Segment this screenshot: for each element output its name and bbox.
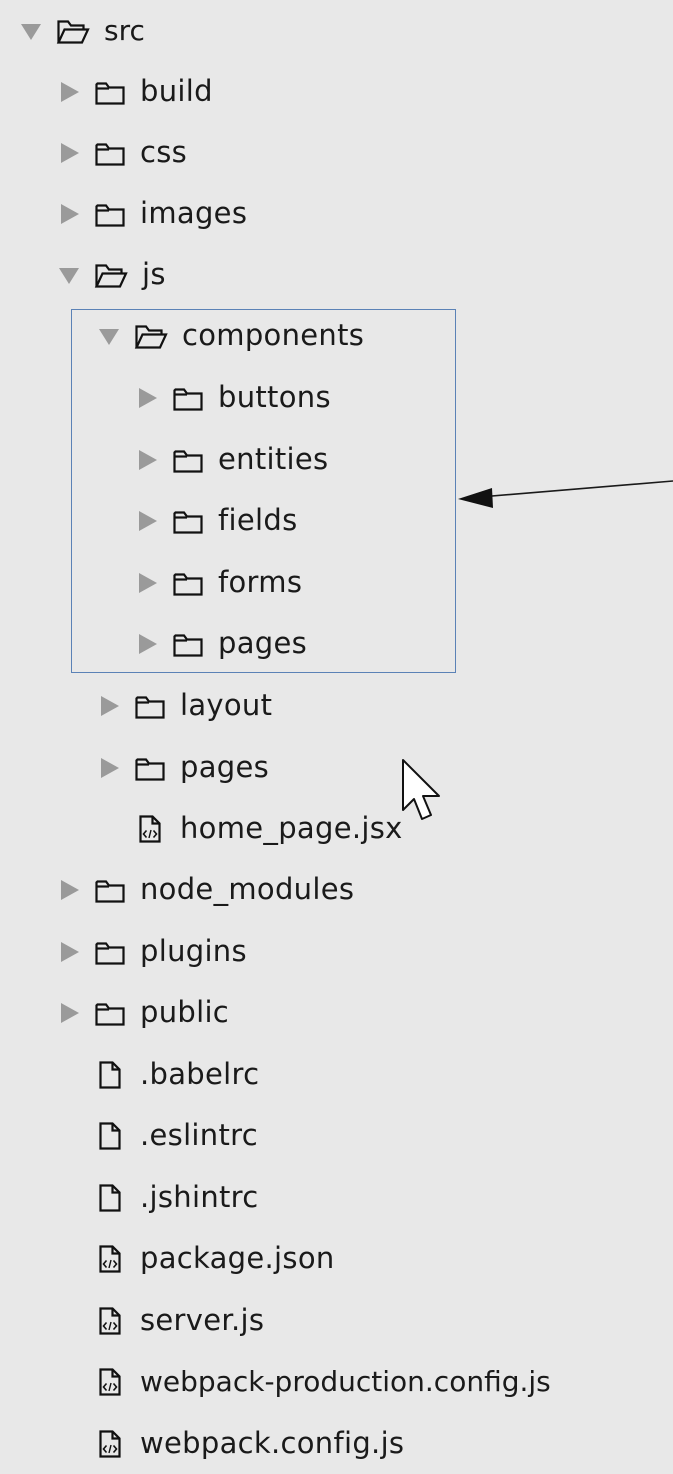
chevron-right-icon[interactable] xyxy=(134,385,160,411)
tree-item-label: webpack.config.js xyxy=(140,1426,405,1460)
chevron-right-icon[interactable] xyxy=(56,79,82,105)
tree-item-babelrc[interactable]: .babelrc xyxy=(56,1044,259,1105)
tree-item-home-page-jsx[interactable]: home_page.jsx xyxy=(96,798,403,859)
tree-item-label: forms xyxy=(218,565,303,599)
chevron-right-icon[interactable] xyxy=(56,939,82,965)
file-icon xyxy=(94,1120,126,1152)
tree-item-eslintrc[interactable]: .eslintrc xyxy=(56,1105,258,1166)
folder-icon xyxy=(94,936,126,968)
chevron-right-icon[interactable] xyxy=(134,570,160,596)
code-file-icon xyxy=(94,1366,126,1398)
folder-icon xyxy=(172,382,204,414)
chevron-right-icon[interactable] xyxy=(56,877,82,903)
code-file-icon xyxy=(94,1305,126,1337)
tree-item-label: css xyxy=(140,135,188,169)
tree-item-node-modules[interactable]: node_modules xyxy=(56,859,354,920)
folder-icon xyxy=(134,752,166,784)
chevron-right-icon[interactable] xyxy=(134,447,160,473)
folder-icon xyxy=(172,444,204,476)
folder-open-icon xyxy=(94,259,128,291)
tree-item-server-js[interactable]: server.js xyxy=(56,1290,264,1351)
tree-item-label: js xyxy=(142,257,166,291)
folder-icon xyxy=(172,505,204,537)
tree-item-webpack-config-js[interactable]: webpack.config.js xyxy=(56,1413,404,1474)
tree-item-label: webpack-production.config.js xyxy=(140,1364,551,1398)
chevron-down-icon[interactable] xyxy=(56,262,82,288)
tree-item-webpack-production-config-js[interactable]: webpack-production.config.js xyxy=(56,1351,551,1412)
folder-open-icon xyxy=(56,15,90,47)
folder-icon xyxy=(172,567,204,599)
chevron-right-icon[interactable] xyxy=(96,693,122,719)
tree-item-label: src xyxy=(104,13,145,47)
tree-item-src[interactable]: src xyxy=(18,0,145,61)
tree-item-fields[interactable]: fields xyxy=(134,490,297,551)
tree-item-label: pages xyxy=(180,750,270,784)
chevron-right-icon[interactable] xyxy=(96,755,122,781)
tree-item-label: build xyxy=(140,74,213,108)
tree-item-build[interactable]: build xyxy=(56,61,213,122)
tree-item-label: .eslintrc xyxy=(140,1118,258,1152)
folder-icon xyxy=(94,874,126,906)
folder-icon xyxy=(94,997,126,1029)
code-file-icon xyxy=(94,1428,126,1460)
tree-item-layout[interactable]: layout xyxy=(96,675,272,736)
folder-icon xyxy=(172,628,204,660)
tree-item-label: fields xyxy=(218,503,298,537)
tree-item-label: plugins xyxy=(140,934,247,968)
tree-item-images[interactable]: images xyxy=(56,183,247,244)
tree-item-forms[interactable]: forms xyxy=(134,552,302,613)
tree-item-label: public xyxy=(140,995,230,1029)
file-icon xyxy=(94,1182,126,1214)
tree-item-components[interactable]: components xyxy=(96,305,364,366)
tree-item-label: buttons xyxy=(218,380,331,414)
tree-item-pages[interactable]: pages xyxy=(134,613,307,674)
folder-icon xyxy=(94,137,126,169)
tree-item-css[interactable]: css xyxy=(56,122,187,183)
chevron-right-icon[interactable] xyxy=(56,140,82,166)
tree-item-label: .jshintrc xyxy=(140,1180,259,1214)
chevron-down-icon[interactable] xyxy=(96,323,122,349)
folder-icon xyxy=(94,198,126,230)
tree-item-package-json[interactable]: package.json xyxy=(56,1228,335,1289)
folder-icon xyxy=(134,690,166,722)
chevron-right-icon[interactable] xyxy=(134,631,160,657)
tree-item-plugins[interactable]: plugins xyxy=(56,921,247,982)
chevron-down-icon[interactable] xyxy=(18,18,44,44)
tree-item-label: components xyxy=(182,318,365,352)
tree-item-label: images xyxy=(140,196,248,230)
code-file-icon xyxy=(94,1243,126,1275)
tree-item-label: .babelrc xyxy=(140,1057,260,1091)
tree-item-entities[interactable]: entities xyxy=(134,429,328,490)
tree-item-label: home_page.jsx xyxy=(180,811,403,845)
code-file-icon xyxy=(134,813,166,845)
tree-item-label: entities xyxy=(218,442,329,476)
tree-item-label: node_modules xyxy=(140,872,355,906)
tree-item-label: pages xyxy=(218,626,308,660)
tree-item-label: layout xyxy=(180,688,273,722)
tree-item-label: server.js xyxy=(140,1303,265,1337)
tree-item-pages[interactable]: pages xyxy=(96,737,269,798)
file-tree: src build css images js components butto… xyxy=(0,0,673,1461)
chevron-right-icon[interactable] xyxy=(134,508,160,534)
folder-icon xyxy=(94,76,126,108)
folder-open-icon xyxy=(134,320,168,352)
file-icon xyxy=(94,1059,126,1091)
tree-item-public[interactable]: public xyxy=(56,982,229,1043)
tree-item-js[interactable]: js xyxy=(56,244,166,305)
tree-item-label: package.json xyxy=(140,1241,335,1275)
chevron-right-icon[interactable] xyxy=(56,1000,82,1026)
tree-item-buttons[interactable]: buttons xyxy=(134,367,331,428)
chevron-right-icon[interactable] xyxy=(56,201,82,227)
tree-item-jshintrc[interactable]: .jshintrc xyxy=(56,1167,259,1228)
